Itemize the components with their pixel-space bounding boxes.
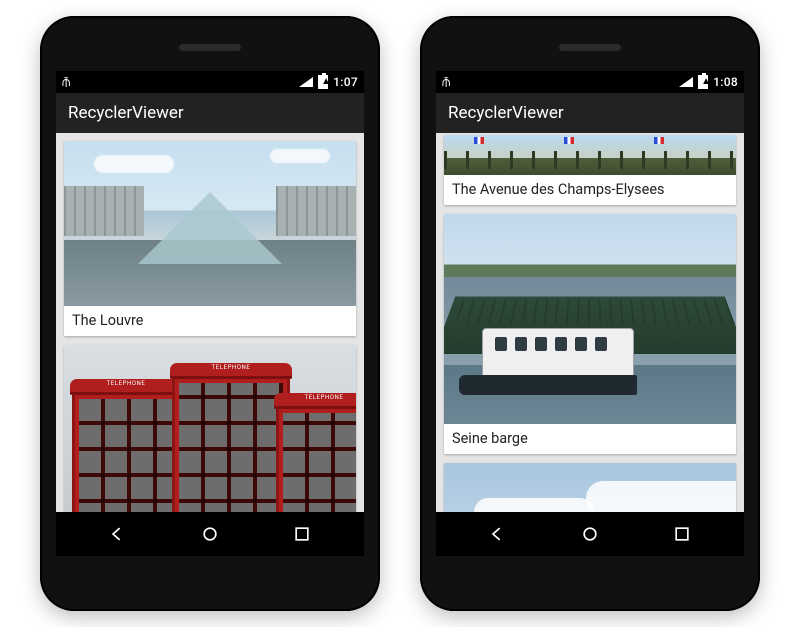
nav-home-button[interactable] — [578, 522, 602, 546]
debug-icon: ⫚ — [62, 75, 70, 89]
stage: ⫚ ▲ 1:07 RecyclerViewer — [0, 0, 800, 627]
clock: 1:08 — [713, 75, 738, 89]
signal-icon — [679, 77, 693, 87]
app-title: RecyclerViewer — [448, 103, 564, 123]
photo-caption: The Avenue des Champs-Elysees — [444, 175, 736, 205]
photo-caption: Seine barge — [444, 424, 736, 454]
phone-right: ⫚ ▲ 1:08 RecyclerViewer — [420, 16, 760, 611]
photo-champs-elysees — [444, 135, 736, 175]
battery-icon: ▲ — [318, 75, 328, 89]
phone-speaker — [179, 44, 241, 51]
photo-louvre — [64, 141, 356, 306]
signal-icon — [299, 77, 313, 87]
nav-home-button[interactable] — [198, 522, 222, 546]
nav-back-button[interactable] — [106, 522, 130, 546]
recycler-view[interactable]: The Louvre TELEPHONE TELEPHONE TELEPHONE — [56, 133, 364, 556]
photo-caption: The Louvre — [64, 306, 356, 336]
status-left: ⫚ — [62, 75, 70, 89]
phone-left-screen: ⫚ ▲ 1:07 RecyclerViewer — [56, 71, 364, 556]
nav-bar — [56, 512, 364, 556]
status-bar: ⫚ ▲ 1:08 — [436, 71, 744, 93]
status-right: ▲ 1:07 — [299, 75, 358, 89]
status-bar: ⫚ ▲ 1:07 — [56, 71, 364, 93]
debug-icon: ⫚ — [442, 75, 450, 89]
status-left: ⫚ — [442, 75, 450, 89]
phone-right-screen: ⫚ ▲ 1:08 RecyclerViewer — [436, 71, 744, 556]
app-title: RecyclerViewer — [68, 103, 184, 123]
phone-speaker — [559, 44, 621, 51]
nav-bar — [436, 512, 744, 556]
battery-icon: ▲ — [698, 75, 708, 89]
nav-recent-button[interactable] — [290, 522, 314, 546]
photo-seine-barge — [444, 214, 736, 424]
phone-left: ⫚ ▲ 1:07 RecyclerViewer — [40, 16, 380, 611]
list-item[interactable]: Seine barge — [444, 214, 736, 454]
list-item[interactable]: The Avenue des Champs-Elysees — [444, 135, 736, 205]
clock: 1:07 — [333, 75, 358, 89]
recycler-view[interactable]: The Avenue des Champs-Elysees Seine barg… — [436, 133, 744, 556]
app-bar: RecyclerViewer — [436, 93, 744, 133]
app-bar: RecyclerViewer — [56, 93, 364, 133]
list-item[interactable]: The Louvre — [64, 141, 356, 336]
status-right: ▲ 1:08 — [679, 75, 738, 89]
nav-recent-button[interactable] — [670, 522, 694, 546]
nav-back-button[interactable] — [486, 522, 510, 546]
